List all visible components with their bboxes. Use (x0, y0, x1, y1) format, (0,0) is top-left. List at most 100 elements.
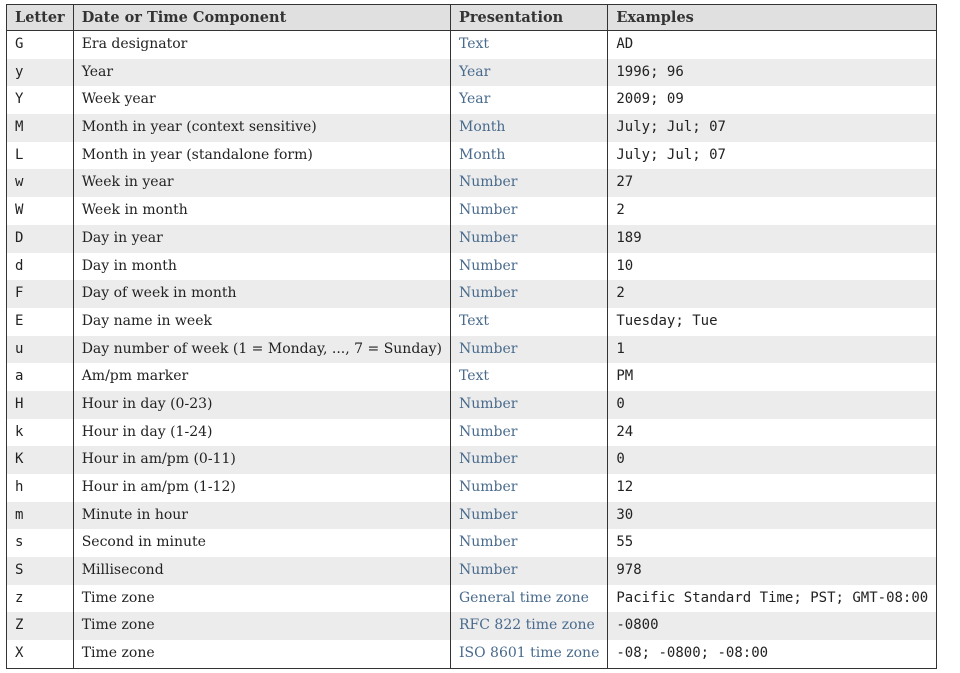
cell-presentation[interactable]: Number (451, 474, 608, 502)
cell-component: Day name in week (73, 308, 450, 336)
table-row: hHour in am/pm (1-12)Number12 (7, 474, 937, 502)
table-row: SMillisecondNumber978 (7, 557, 937, 585)
table-row: FDay of week in monthNumber2 (7, 280, 937, 308)
table-row: GEra designatorTextAD (7, 31, 937, 59)
cell-letter: z (7, 585, 74, 613)
cell-letter: a (7, 363, 74, 391)
table-row: YWeek year Year 2009; 09 (7, 86, 937, 114)
cell-examples: -08; -0800; -08:00 (608, 640, 937, 668)
presentation-link[interactable]: Month (459, 147, 505, 163)
presentation-link[interactable]: Number (459, 451, 517, 467)
cell-component: Day of week in month (73, 280, 450, 308)
table-header-row: Letter Date or Time Component Presentati… (7, 5, 937, 31)
presentation-link[interactable]: Number (459, 258, 517, 274)
table-row: kHour in day (1-24)Number24 (7, 419, 937, 447)
presentation-link[interactable]: Number (459, 230, 517, 246)
presentation-link[interactable]: Text (459, 36, 489, 52)
cell-presentation[interactable]: Number (451, 391, 608, 419)
table-row: wWeek in yearNumber27 (7, 169, 937, 197)
cell-component: Second in minute (73, 529, 450, 557)
cell-presentation[interactable]: Year (451, 59, 608, 87)
cell-examples: 55 (608, 529, 937, 557)
cell-examples: -0800 (608, 612, 937, 640)
cell-presentation[interactable]: ISO 8601 time zone (451, 640, 608, 668)
cell-examples: PM (608, 363, 937, 391)
cell-presentation[interactable]: Number (451, 419, 608, 447)
presentation-link[interactable]: ISO 8601 time zone (459, 645, 599, 661)
cell-presentation[interactable]: Number (451, 336, 608, 364)
cell-presentation[interactable]: Text (451, 308, 608, 336)
cell-component: Minute in hour (73, 502, 450, 530)
cell-component: Era designator (73, 31, 450, 59)
date-format-table: Letter Date or Time Component Presentati… (6, 4, 937, 669)
cell-component: Month in year (context sensitive) (73, 114, 450, 142)
cell-letter: h (7, 474, 74, 502)
cell-examples: 1 (608, 336, 937, 364)
cell-presentation[interactable]: RFC 822 time zone (451, 612, 608, 640)
cell-presentation[interactable]: Number (451, 557, 608, 585)
cell-presentation[interactable]: Number (451, 280, 608, 308)
cell-presentation[interactable]: Number (451, 502, 608, 530)
presentation-link[interactable]: Number (459, 174, 517, 190)
cell-letter: M (7, 114, 74, 142)
presentation-link[interactable]: Year (459, 91, 490, 107)
cell-component: Week in year (73, 169, 450, 197)
cell-examples: 189 (608, 225, 937, 253)
cell-examples: 978 (608, 557, 937, 585)
col-examples: Examples (608, 5, 937, 31)
cell-presentation[interactable]: Number (451, 225, 608, 253)
presentation-link[interactable]: Text (459, 313, 489, 329)
cell-letter: F (7, 280, 74, 308)
presentation-link[interactable]: RFC 822 time zone (459, 617, 595, 633)
cell-letter: m (7, 502, 74, 530)
col-letter: Letter (7, 5, 74, 31)
cell-component: Hour in day (0-23) (73, 391, 450, 419)
cell-component: Millisecond (73, 557, 450, 585)
presentation-link[interactable]: Year (459, 64, 490, 80)
cell-letter: G (7, 31, 74, 59)
cell-component: Am/pm marker (73, 363, 450, 391)
presentation-link[interactable]: Number (459, 534, 517, 550)
presentation-link[interactable]: Number (459, 562, 517, 578)
cell-presentation[interactable]: Text (451, 363, 608, 391)
presentation-link[interactable]: Number (459, 341, 517, 357)
table-row: XTime zoneISO 8601 time zone-08; -0800; … (7, 640, 937, 668)
col-component: Date or Time Component (73, 5, 450, 31)
cell-presentation[interactable]: Number (451, 253, 608, 281)
presentation-link[interactable]: Number (459, 507, 517, 523)
cell-examples: 30 (608, 502, 937, 530)
cell-letter: s (7, 529, 74, 557)
cell-presentation[interactable]: Month (451, 114, 608, 142)
cell-component: Week year (73, 86, 450, 114)
presentation-link[interactable]: Number (459, 424, 517, 440)
cell-examples: 2009; 09 (608, 86, 937, 114)
presentation-link[interactable]: Number (459, 202, 517, 218)
cell-presentation[interactable]: Text (451, 31, 608, 59)
cell-presentation[interactable]: Number (451, 446, 608, 474)
table-row: MMonth in year (context sensitive)MonthJ… (7, 114, 937, 142)
cell-presentation[interactable]: Year (451, 86, 608, 114)
cell-letter: y (7, 59, 74, 87)
presentation-link[interactable]: Number (459, 479, 517, 495)
presentation-link[interactable]: Number (459, 396, 517, 412)
table-row: aAm/pm marker Text PM (7, 363, 937, 391)
cell-presentation[interactable]: Number (451, 197, 608, 225)
cell-examples: 0 (608, 446, 937, 474)
cell-presentation[interactable]: Number (451, 169, 608, 197)
presentation-link[interactable]: Month (459, 119, 505, 135)
cell-examples: Tuesday; Tue (608, 308, 937, 336)
cell-examples: 12 (608, 474, 937, 502)
cell-letter: K (7, 446, 74, 474)
cell-component: Hour in day (1-24) (73, 419, 450, 447)
cell-letter: Y (7, 86, 74, 114)
table-row: uDay number of week (1 = Monday, ..., 7 … (7, 336, 937, 364)
cell-component: Time zone (73, 612, 450, 640)
cell-presentation[interactable]: Number (451, 529, 608, 557)
cell-examples: 2 (608, 197, 937, 225)
cell-component: Time zone (73, 585, 450, 613)
presentation-link[interactable]: General time zone (459, 590, 589, 606)
cell-presentation[interactable]: Month (451, 142, 608, 170)
presentation-link[interactable]: Number (459, 285, 517, 301)
presentation-link[interactable]: Text (459, 368, 489, 384)
cell-presentation[interactable]: General time zone (451, 585, 608, 613)
